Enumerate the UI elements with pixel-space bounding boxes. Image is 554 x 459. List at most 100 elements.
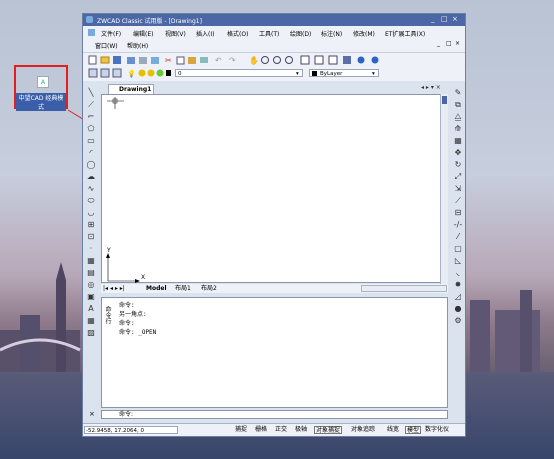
canvas-vertical-scrollbar[interactable] xyxy=(440,94,448,285)
tab-layout2[interactable]: 布局2 xyxy=(201,284,217,293)
gradient-tool-icon[interactable]: ▤ xyxy=(86,268,96,278)
copy-tool-icon[interactable]: ⧉ xyxy=(453,100,463,110)
lengthen-tool-icon[interactable]: ⟋ xyxy=(453,196,463,206)
status-bar: -52.9458, 17.2064, 0 捕捉 栅格 正交 极轴 对象捕捉 对象… xyxy=(83,423,465,436)
model-toggle[interactable]: 模型 xyxy=(405,426,422,434)
move-tool-icon[interactable]: ✥ xyxy=(453,148,463,158)
line-tool-icon[interactable]: ╲ xyxy=(86,88,96,98)
color-swatch xyxy=(312,71,317,76)
scroll-thumb[interactable] xyxy=(442,96,447,104)
tab-layout1[interactable]: 布局1 xyxy=(175,284,191,293)
draw-toolbar: ╲ ⟋ ⌐ ⬠ ▭ ◜ ◯ ☁ ∿ ⬭ ◡ ⊞ ⊡ · ▦ ▤ ◎ ▣ A ▦ … xyxy=(86,88,98,360)
layer-value: 0 xyxy=(178,71,182,77)
scale-tool-icon[interactable]: ⤢ xyxy=(453,172,463,182)
revcloud-tool-icon[interactable]: ☁ xyxy=(86,172,96,182)
hatch-tool-icon[interactable]: ▦ xyxy=(86,256,96,266)
polar-toggle[interactable]: 极轴 xyxy=(295,426,307,434)
close-button[interactable]: × xyxy=(452,15,458,23)
polygon-tool-icon[interactable]: ⬠ xyxy=(86,124,96,134)
history-line: 命令: xyxy=(119,302,135,309)
menu-insert[interactable]: 插入(I) xyxy=(196,29,214,38)
menu-file[interactable]: 文件(F) xyxy=(101,29,121,38)
blue-dot-icon[interactable]: ● xyxy=(453,304,463,314)
corner-tool-icon[interactable]: ◿ xyxy=(453,292,463,302)
extend-tool-icon[interactable]: -/- xyxy=(453,220,463,230)
join-tool-icon[interactable]: ▢ xyxy=(453,244,463,254)
command-input[interactable]: 命令: xyxy=(101,410,448,419)
ellipse-arc-tool-icon[interactable]: ◡ xyxy=(86,208,96,218)
menu-modify[interactable]: 修改(M) xyxy=(353,29,375,38)
lineweight-toggle[interactable]: 线宽 xyxy=(387,426,399,434)
menu-et-tools[interactable]: ET扩展工具(X) xyxy=(385,29,425,38)
mtext-tool-icon[interactable]: A xyxy=(86,304,96,314)
arc-tool-icon[interactable]: ◜ xyxy=(86,148,96,158)
close-command-icon[interactable]: × xyxy=(89,410,95,418)
menu-view[interactable]: 视图(V) xyxy=(165,29,186,38)
trim-tool-icon[interactable]: ⊟ xyxy=(453,208,463,218)
tab-drawing1[interactable]: Drawing1 xyxy=(108,84,154,94)
ucs-x-label: X xyxy=(141,274,146,281)
doc-close-button[interactable]: × xyxy=(455,40,460,47)
doc-minimize-button[interactable]: _ xyxy=(437,40,440,47)
erase-tool-icon[interactable]: ✎ xyxy=(453,88,463,98)
menu-help[interactable]: 帮助(H) xyxy=(127,41,148,50)
mirror-tool-icon[interactable]: ⧋ xyxy=(453,112,463,122)
maximize-button[interactable]: □ xyxy=(441,15,448,23)
layer-dropdown[interactable]: 0 ▾ xyxy=(175,69,303,77)
svg-text:💡: 💡 xyxy=(127,69,136,78)
minimize-button[interactable]: _ xyxy=(431,15,435,23)
stretch-tool-icon[interactable]: ⇲ xyxy=(453,184,463,194)
command-line-label: 命令行 xyxy=(104,306,111,324)
linetype-dropdown[interactable]: ByLayer ▾ xyxy=(309,69,379,77)
table-tool-icon[interactable]: ▣ xyxy=(86,292,96,302)
svg-text:✂: ✂ xyxy=(165,56,172,65)
osnap-toggle[interactable]: 对象捕捉 xyxy=(314,426,343,434)
menu-bar: 文件(F) 编辑(E) 视图(V) 插入(I) 格式(O) 工具(T) 绘图(D… xyxy=(83,26,465,52)
menu-format[interactable]: 格式(O) xyxy=(227,29,248,38)
array-tool-icon[interactable]: ▦ xyxy=(453,136,463,146)
chamfer-tool-icon[interactable]: ◺ xyxy=(453,256,463,266)
coordinate-readout: -52.9458, 17.2064, 0 xyxy=(84,426,178,434)
ellipse-tool-icon[interactable]: ⬭ xyxy=(86,196,96,206)
snap-toggle[interactable]: 捕捉 xyxy=(235,426,247,434)
drawing-canvas[interactable]: Y X xyxy=(101,94,443,283)
ortho-toggle[interactable]: 正交 xyxy=(275,426,287,434)
grid-tool-icon[interactable]: ▦ xyxy=(86,316,96,326)
doc-restore-button[interactable]: □ xyxy=(446,40,452,47)
layout-nav-buttons[interactable]: |◂ ◂ ▸ ▸| xyxy=(103,284,125,293)
menu-tools[interactable]: 工具(T) xyxy=(259,29,279,38)
xline-tool-icon[interactable]: ⟋ xyxy=(86,100,96,110)
otrack-toggle[interactable]: 对象追踪 xyxy=(351,426,375,434)
rotate-tool-icon[interactable]: ↻ xyxy=(453,160,463,170)
grid-toggle[interactable]: 栅格 xyxy=(255,426,267,434)
menu-edit[interactable]: 编辑(E) xyxy=(133,29,153,38)
tab-model[interactable]: Model xyxy=(146,284,167,293)
doc-tab-nav[interactable]: ◂ ▸ ▾ × xyxy=(421,84,441,91)
title-bar[interactable]: ZWCAD Classic 试用版 - [Drawing1] _ □ × xyxy=(83,14,465,26)
menu-dimension[interactable]: 标注(N) xyxy=(321,29,342,38)
offset-tool-icon[interactable]: ⟰ xyxy=(453,124,463,134)
properties-tool-icon[interactable]: ⚙ xyxy=(453,316,463,326)
region-tool-icon[interactable]: ◎ xyxy=(86,280,96,290)
fillet-tool-icon[interactable]: ◟ xyxy=(453,268,463,278)
ucs-y-label: Y xyxy=(107,247,111,254)
circle-tool-icon[interactable]: ◯ xyxy=(86,160,96,170)
horizontal-scrollbar[interactable] xyxy=(361,285,447,292)
tablet-toggle[interactable]: 数字化仪 xyxy=(425,426,449,434)
make-block-tool-icon[interactable]: ⊡ xyxy=(86,232,96,242)
menu-window[interactable]: 窗口(W) xyxy=(95,41,118,50)
svg-text:✋: ✋ xyxy=(249,55,259,65)
rectangle-tool-icon[interactable]: ▭ xyxy=(86,136,96,146)
insert-block-tool-icon[interactable]: ⊞ xyxy=(86,220,96,230)
layout-tab-bar: |◂ ◂ ▸ ▸| Model 布局1 布局2 xyxy=(101,284,448,293)
break-tool-icon[interactable]: ⁄ xyxy=(453,232,463,242)
window-title: ZWCAD Classic 试用版 - [Drawing1] xyxy=(97,18,202,25)
polyline-tool-icon[interactable]: ⌐ xyxy=(86,112,96,122)
spline-tool-icon[interactable]: ∿ xyxy=(86,184,96,194)
standard-toolbar: ✂ ↶ ↷ ✋ 💡 0 ▾ ByLayer ▾ xyxy=(83,52,465,81)
svg-text:↶: ↶ xyxy=(214,56,222,65)
image-tool-icon[interactable]: ▨ xyxy=(86,328,96,338)
menu-draw[interactable]: 绘图(D) xyxy=(290,29,311,38)
explode-tool-icon[interactable]: ✸ xyxy=(453,280,463,290)
point-tool-icon[interactable]: · xyxy=(86,244,96,254)
